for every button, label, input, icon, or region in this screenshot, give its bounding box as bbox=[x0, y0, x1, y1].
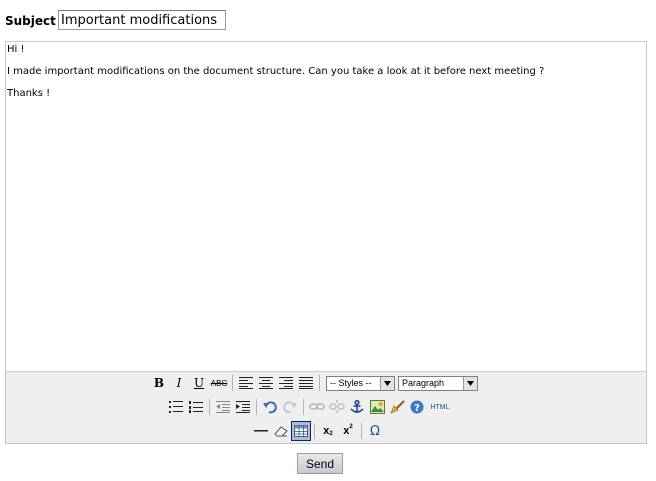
rich-text-editor: Hi ! I made important modifications on t… bbox=[5, 41, 647, 444]
toolbar-separator bbox=[303, 399, 304, 415]
outdent-icon bbox=[216, 401, 230, 413]
subscript-button[interactable]: x2 bbox=[318, 421, 338, 441]
image-icon bbox=[369, 400, 385, 414]
strikethrough-button[interactable]: ABC bbox=[209, 373, 229, 393]
superscript-marker: 2 bbox=[349, 424, 353, 430]
cleanup-button[interactable] bbox=[387, 397, 407, 417]
horizontal-rule-icon bbox=[254, 430, 268, 432]
send-button[interactable]: Send bbox=[297, 453, 343, 474]
outdent-button[interactable] bbox=[213, 397, 233, 417]
editor-line-thanks: Thanks ! bbox=[7, 88, 51, 99]
indent-icon bbox=[236, 401, 250, 413]
remove-format-button[interactable] bbox=[271, 421, 291, 441]
align-right-button[interactable] bbox=[276, 373, 296, 393]
styles-select[interactable]: -- Styles -- bbox=[326, 375, 395, 391]
editor-line-body: I made important modifications on the do… bbox=[7, 66, 545, 77]
help-button[interactable]: ? bbox=[407, 397, 427, 417]
bold-button[interactable]: B bbox=[149, 373, 169, 393]
toolbar-row-1: B I U ABC -- Styles -- Paragraph bbox=[149, 372, 478, 394]
align-center-icon bbox=[259, 377, 273, 389]
redo-button[interactable] bbox=[280, 397, 300, 417]
eraser-icon bbox=[274, 426, 288, 437]
align-center-button[interactable] bbox=[256, 373, 276, 393]
format-select[interactable]: Paragraph bbox=[398, 375, 478, 391]
editor-toolbar: B I U ABC -- Styles -- Paragraph ? HTML … bbox=[6, 371, 646, 443]
editor-line-greeting: Hi ! bbox=[7, 44, 25, 55]
unlink-icon bbox=[329, 400, 345, 413]
special-character-button[interactable]: Ω bbox=[365, 421, 385, 441]
toolbar-separator bbox=[209, 399, 210, 415]
editor-content-area[interactable]: Hi ! I made important modifications on t… bbox=[6, 42, 646, 373]
html-source-button[interactable]: HTML bbox=[427, 397, 453, 417]
align-justify-icon bbox=[299, 377, 313, 389]
toolbar-separator bbox=[361, 423, 362, 439]
subject-input[interactable] bbox=[58, 10, 226, 30]
link-button[interactable] bbox=[307, 397, 327, 417]
unlink-button[interactable] bbox=[327, 397, 347, 417]
italic-button[interactable]: I bbox=[169, 373, 189, 393]
horizontal-rule-button[interactable] bbox=[251, 421, 271, 441]
svg-text:?: ? bbox=[414, 403, 420, 414]
toolbar-separator bbox=[314, 423, 315, 439]
align-justify-button[interactable] bbox=[296, 373, 316, 393]
styles-select-value: -- Styles -- bbox=[330, 378, 372, 388]
chevron-down-icon bbox=[380, 376, 394, 390]
superscript-button[interactable]: x2 bbox=[338, 421, 358, 441]
anchor-button[interactable] bbox=[347, 397, 367, 417]
bullet-list-button[interactable] bbox=[166, 397, 186, 417]
align-left-button[interactable] bbox=[236, 373, 256, 393]
table-button[interactable] bbox=[291, 421, 311, 441]
undo-button[interactable] bbox=[260, 397, 280, 417]
toolbar-separator bbox=[256, 399, 257, 415]
toolbar-separator bbox=[319, 375, 320, 391]
toolbar-row-2: ? HTML bbox=[166, 396, 453, 418]
toolbar-row-3: x2 x2 Ω bbox=[251, 420, 385, 442]
image-button[interactable] bbox=[367, 397, 387, 417]
underline-button[interactable]: U bbox=[189, 373, 209, 393]
table-icon bbox=[294, 425, 308, 437]
help-icon: ? bbox=[410, 400, 424, 414]
undo-icon bbox=[263, 401, 277, 414]
subject-label: Subject bbox=[5, 14, 56, 28]
link-icon bbox=[309, 403, 325, 410]
numbered-list-icon bbox=[189, 401, 203, 413]
subscript-marker: 2 bbox=[329, 431, 333, 437]
toolbar-separator bbox=[232, 375, 233, 391]
align-right-icon bbox=[279, 377, 293, 389]
anchor-icon bbox=[350, 400, 364, 413]
numbered-list-button[interactable] bbox=[186, 397, 206, 417]
format-select-value: Paragraph bbox=[402, 378, 445, 388]
bullet-list-icon bbox=[169, 401, 183, 413]
chevron-down-icon bbox=[463, 376, 477, 390]
redo-icon bbox=[283, 401, 297, 414]
broom-icon bbox=[389, 400, 405, 414]
indent-button[interactable] bbox=[233, 397, 253, 417]
align-left-icon bbox=[239, 377, 253, 389]
